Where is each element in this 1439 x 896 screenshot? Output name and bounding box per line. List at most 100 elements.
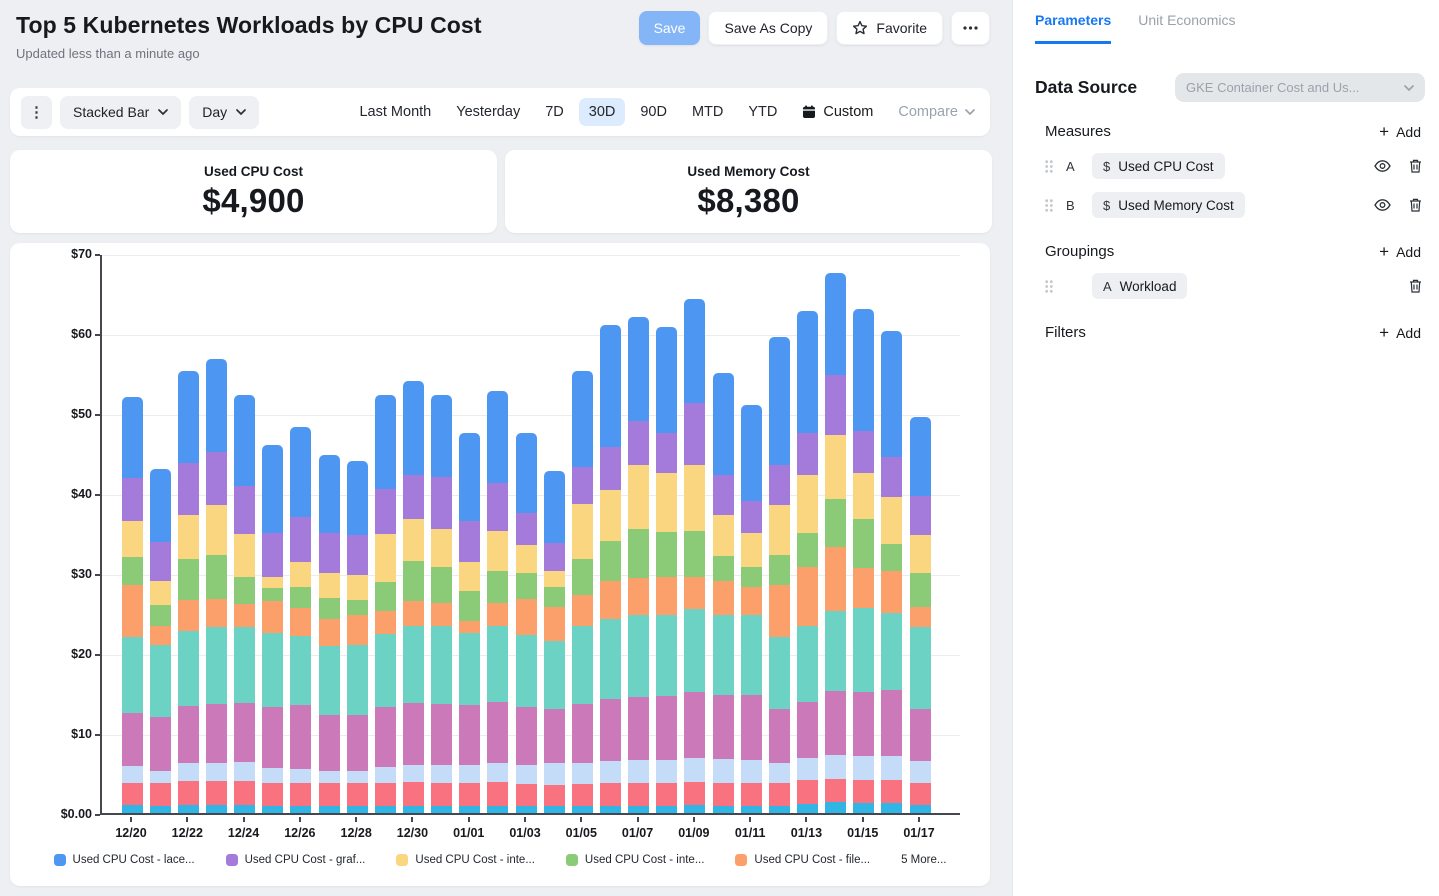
bar-segment[interactable]: [881, 613, 903, 690]
bar-segment[interactable]: [149, 770, 171, 784]
legend-item[interactable]: Used CPU Cost - inte...: [565, 854, 704, 866]
drag-handle-icon[interactable]: [1045, 279, 1053, 293]
bar-segment[interactable]: [121, 637, 143, 713]
bar-segment[interactable]: [684, 465, 706, 531]
bar-segment[interactable]: [571, 805, 593, 813]
bar-segment[interactable]: [599, 783, 621, 806]
bar-segment[interactable]: [656, 783, 678, 806]
bar-segment[interactable]: [346, 783, 368, 806]
bar-segment[interactable]: [768, 465, 790, 505]
bar-segment[interactable]: [796, 625, 818, 702]
drag-handle-icon[interactable]: [1045, 198, 1053, 212]
bar-segment[interactable]: [262, 768, 284, 783]
bar-segment[interactable]: [431, 704, 453, 765]
bar-segment[interactable]: [853, 430, 875, 473]
bar-segment[interactable]: [768, 709, 790, 764]
bar-segment[interactable]: [515, 765, 537, 785]
bar-segment[interactable]: [205, 704, 227, 763]
bar-segment[interactable]: [431, 625, 453, 705]
legend-item[interactable]: Used CPU Cost - file...: [735, 854, 870, 866]
bar-segment[interactable]: [346, 461, 368, 535]
bar-segment[interactable]: [177, 705, 199, 764]
bar-segment[interactable]: [796, 433, 818, 475]
bar-segment[interactable]: [459, 633, 481, 705]
bar-segment[interactable]: [290, 782, 312, 806]
bar-segment[interactable]: [825, 273, 847, 375]
bar-segment[interactable]: [431, 782, 453, 806]
bar-segment[interactable]: [149, 783, 171, 806]
bar-segment[interactable]: [234, 805, 256, 813]
bar-segment[interactable]: [318, 597, 340, 620]
bar-segment[interactable]: [543, 586, 565, 607]
bar-segment[interactable]: [121, 521, 143, 557]
bar-segment[interactable]: [684, 298, 706, 403]
bar-segment[interactable]: [121, 585, 143, 637]
bar-segment[interactable]: [796, 474, 818, 533]
time-range-7d[interactable]: 7D: [535, 98, 574, 126]
bar-segment[interactable]: [262, 445, 284, 533]
bar-segment[interactable]: [628, 805, 650, 813]
bar-segment[interactable]: [599, 541, 621, 581]
bar-segment[interactable]: [684, 692, 706, 758]
bar-segment[interactable]: [543, 641, 565, 709]
bar-segment[interactable]: [290, 705, 312, 769]
bar-segment[interactable]: [796, 701, 818, 758]
bar-segment[interactable]: [177, 631, 199, 706]
bar-segment[interactable]: [346, 575, 368, 601]
bar-segment[interactable]: [571, 467, 593, 505]
data-source-dropdown[interactable]: GKE Container Cost and Us...: [1175, 73, 1425, 102]
bar-segment[interactable]: [318, 782, 340, 806]
bar-segment[interactable]: [656, 473, 678, 533]
bar-segment[interactable]: [628, 760, 650, 784]
bar-segment[interactable]: [290, 636, 312, 705]
bar-segment[interactable]: [459, 805, 481, 813]
bar-segment[interactable]: [121, 765, 143, 783]
bar-segment[interactable]: [346, 771, 368, 784]
bar-segment[interactable]: [881, 571, 903, 613]
bar-segment[interactable]: [177, 514, 199, 560]
bar-segment[interactable]: [599, 581, 621, 620]
visibility-eye-icon[interactable]: [1374, 160, 1391, 172]
bar-segment[interactable]: [121, 477, 143, 521]
bar-segment[interactable]: [740, 615, 762, 695]
bar-segment[interactable]: [684, 609, 706, 693]
bar-segment[interactable]: [881, 756, 903, 781]
bar-segment[interactable]: [262, 707, 284, 769]
bar-segment[interactable]: [881, 803, 903, 813]
bar-segment[interactable]: [177, 763, 199, 781]
bar-segment[interactable]: [290, 608, 312, 637]
bar-segment[interactable]: [374, 706, 396, 768]
bar-segment[interactable]: [374, 767, 396, 783]
bar-segment[interactable]: [656, 433, 678, 473]
bar-segment[interactable]: [684, 781, 706, 805]
bar-segment[interactable]: [402, 561, 424, 601]
bar-segment[interactable]: [262, 577, 284, 589]
bar-segment[interactable]: [177, 781, 199, 805]
bar-segment[interactable]: [290, 517, 312, 562]
bar-segment[interactable]: [402, 703, 424, 765]
bar-segment[interactable]: [599, 805, 621, 813]
favorite-button[interactable]: Favorite: [836, 11, 943, 45]
bar-segment[interactable]: [571, 625, 593, 705]
bar-segment[interactable]: [149, 541, 171, 581]
bar-segment[interactable]: [712, 474, 734, 515]
bar-segment[interactable]: [909, 535, 931, 573]
bar-segment[interactable]: [571, 784, 593, 806]
bar-segment[interactable]: [740, 783, 762, 806]
bar-segment[interactable]: [853, 802, 875, 813]
bar-segment[interactable]: [768, 505, 790, 555]
bar-segment[interactable]: [599, 619, 621, 700]
tab-parameters[interactable]: Parameters: [1035, 12, 1112, 44]
bar-segment[interactable]: [177, 559, 199, 601]
bar-segment[interactable]: [374, 805, 396, 813]
bar-segment[interactable]: [402, 765, 424, 782]
bar-segment[interactable]: [290, 426, 312, 517]
bar-segment[interactable]: [487, 483, 509, 532]
bar-segment[interactable]: [318, 533, 340, 573]
bar-segment[interactable]: [796, 533, 818, 568]
bar-segment[interactable]: [402, 625, 424, 704]
bar-segment[interactable]: [825, 374, 847, 436]
bar-segment[interactable]: [431, 603, 453, 626]
bar-segment[interactable]: [402, 805, 424, 813]
bar-segment[interactable]: [402, 519, 424, 561]
